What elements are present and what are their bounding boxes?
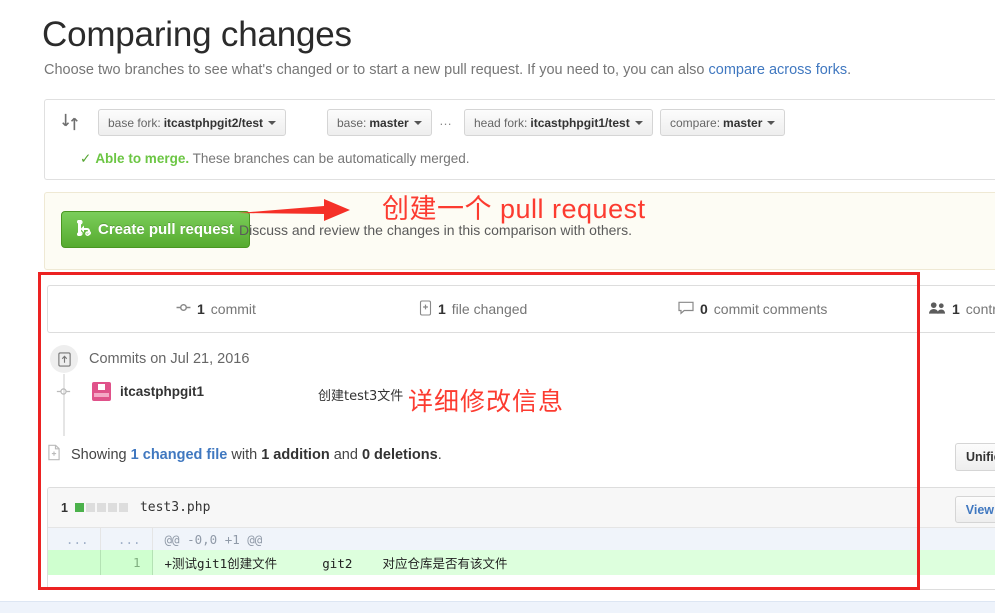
diff-hunk-header: @@ -0,0 +1 @@: [152, 528, 995, 550]
base-branch-value: master: [369, 115, 409, 130]
page-subtitle: Choose two branches to see what's change…: [44, 61, 851, 81]
files-changed-count: 1: [438, 301, 446, 317]
branch-selector-bar: base fork: itcastphpgit2/test base: mast…: [44, 99, 995, 180]
chevron-down-icon: [767, 120, 776, 125]
page-subtitle-text: Choose two branches to see what's change…: [44, 62, 709, 78]
comment-icon: [678, 300, 694, 318]
page-bottom-strip: [0, 601, 995, 613]
comparison-summary-panel: 1 commit 1 file changed 0 commit comment…: [47, 285, 995, 333]
diff-summary-text: Showing 1 changed file with 1 addition a…: [71, 447, 442, 463]
commit-row[interactable]: itcastphpgit1: [50, 378, 204, 405]
file-name[interactable]: test3.php: [140, 500, 210, 515]
comparison-tabs: 1 commit 1 file changed 0 commit comment…: [48, 286, 995, 332]
commits-count: 1: [197, 301, 205, 317]
changed-file-link[interactable]: 1 changed file: [131, 447, 228, 463]
base-branch-label: base:: [337, 115, 367, 130]
diff-row-addition: 1 +测试git1创建文件 git2 对应仓库是否有该文件: [48, 550, 995, 575]
commit-message[interactable]: 创建test3文件: [318, 385, 403, 404]
commit-author[interactable]: itcastphpgit1: [120, 384, 204, 399]
diff-code-line: +测试git1创建文件 git2 对应仓库是否有该文件: [152, 550, 995, 575]
diff-file-icon: [419, 299, 432, 319]
repo-push-icon: [50, 345, 78, 373]
diff-new-line-number: 1: [100, 550, 153, 575]
page-title: Comparing changes: [42, 15, 352, 54]
page-subtitle-period: .: [847, 62, 852, 78]
annotation-commit-detail-text: 详细修改信息: [408, 388, 565, 416]
diffstat-square-neutral: [85, 503, 95, 512]
view-file-button[interactable]: View: [954, 496, 995, 523]
merge-status-label: Able to merge.: [95, 151, 190, 166]
tab-commits[interactable]: 1 commit: [176, 300, 256, 318]
compare-across-forks-link[interactable]: compare across forks: [709, 62, 848, 78]
chevron-down-icon: [268, 120, 277, 125]
compare-branch-selector[interactable]: compare: master: [660, 109, 786, 136]
showing-suffix: .: [437, 447, 442, 463]
check-icon: ✓: [80, 151, 92, 166]
tab-commit-comments[interactable]: 0 commit comments: [678, 300, 827, 318]
create-pull-request-button[interactable]: Create pull request: [61, 211, 250, 248]
compare-branch-label: compare:: [670, 115, 721, 130]
annotation-create-pr-text: 创建一个 pull request: [382, 194, 646, 224]
deletions-count: 0 deletions: [361, 447, 438, 463]
unified-view-button[interactable]: Unified: [955, 443, 995, 471]
commit-comments-count: 0: [700, 301, 708, 317]
diff-old-line-number: ...: [48, 528, 101, 550]
diff-table: ... ... @@ -0,0 +1 @@ 1 +测试git1创建文件 git2…: [48, 528, 995, 575]
tab-contributors[interactable]: 1 contributor: [929, 301, 995, 318]
base-branch-selector[interactable]: base: master: [327, 109, 432, 136]
diffstat-square-added: [74, 503, 84, 512]
git-commit-icon: [50, 378, 77, 405]
diffstat-square-neutral: [107, 503, 117, 512]
showing-mid: with: [227, 447, 262, 463]
file-change-count: 1: [61, 500, 68, 515]
diff-row-hunk: ... ... @@ -0,0 +1 @@: [48, 528, 995, 550]
diffstat-square-neutral: [118, 503, 128, 512]
head-fork-selector[interactable]: head fork: itcastphpgit1/test: [464, 109, 653, 136]
merge-status-detail: These branches can be automatically merg…: [192, 151, 470, 166]
commits-label: commit: [210, 301, 256, 317]
contributors-label: contributor: [965, 301, 995, 317]
chevron-down-icon: [634, 120, 643, 125]
contributors-icon: [929, 301, 946, 318]
showing-and: and: [329, 447, 362, 463]
file-diff-header: 1 test3.php: [48, 488, 995, 528]
commit-comments-label: commit comments: [713, 301, 828, 317]
commits-group-label: Commits on Jul 21, 2016: [89, 351, 250, 367]
commits-group-header: Commits on Jul 21, 2016: [50, 345, 249, 373]
tab-files-changed[interactable]: 1 file changed: [419, 299, 528, 319]
contributors-count: 1: [952, 301, 960, 317]
merge-status: ✓ Able to merge. These branches can be au…: [80, 151, 470, 167]
files-changed-label: file changed: [451, 301, 528, 317]
compare-sync-icon: [60, 112, 80, 132]
git-pull-request-icon: [77, 219, 91, 240]
chevron-down-icon: [413, 120, 422, 125]
create-pull-request-label: Create pull request: [98, 221, 234, 238]
red-arrow-annotation: [236, 196, 354, 231]
showing-prefix: Showing: [71, 447, 131, 463]
diff-file-icon: [47, 444, 61, 466]
diffstat-square-neutral: [96, 503, 106, 512]
compare-branch-value: master: [723, 115, 763, 130]
diff-new-line-number: ...: [100, 528, 153, 550]
base-fork-selector[interactable]: base fork: itcastphpgit2/test: [98, 109, 287, 136]
head-fork-label: head fork:: [474, 115, 528, 130]
diffstat-bar: [74, 503, 128, 512]
additions-count: 1 addition: [261, 447, 330, 463]
git-commit-icon: [176, 300, 191, 318]
diff-old-line-number: [48, 550, 101, 575]
comparing-changes-page: Comparing changes Choose two branches to…: [0, 0, 995, 613]
base-fork-value: itcastphpgit2/test: [163, 115, 264, 130]
diff-summary-row: Showing 1 changed file with 1 addition a…: [47, 444, 442, 466]
file-diff-box: 1 test3.php ... ... @@ -0,0 +1 @@ 1 +测试g…: [47, 487, 995, 590]
avatar: [92, 382, 111, 401]
compare-separator: …: [439, 113, 453, 128]
head-fork-value: itcastphpgit1/test: [530, 115, 630, 130]
base-fork-label: base fork:: [108, 115, 161, 130]
